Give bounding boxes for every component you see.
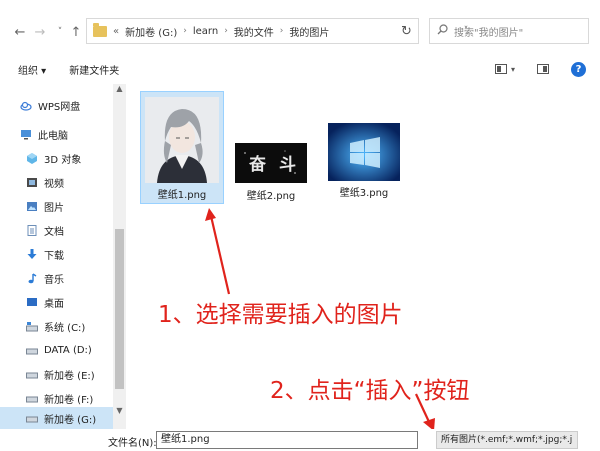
- sidebar-item-videos[interactable]: 视频: [0, 171, 113, 193]
- document-icon: [27, 224, 37, 236]
- filename-label: 文件名(N):: [108, 438, 157, 449]
- sidebar-item-drive-f[interactable]: 新加卷 (F:): [0, 387, 113, 409]
- sidebar-item-pictures[interactable]: 图片: [0, 195, 113, 217]
- sidebar-item-music[interactable]: 音乐: [0, 267, 113, 289]
- system-drive-icon: [26, 321, 38, 331]
- sidebar-item-wps-cloud[interactable]: WPS网盘: [0, 94, 113, 116]
- sidebar-item-drive-c[interactable]: 系统 (C:): [0, 315, 113, 337]
- search-box[interactable]: 搜索"我的图片": [429, 18, 589, 44]
- address-bar[interactable]: « 新加卷 (G:) › learn › 我的文件 › 我的图片 ˅: [86, 18, 468, 44]
- sidebar-item-3d-objects[interactable]: 3D 对象: [0, 147, 113, 169]
- breadcrumb-separator[interactable]: ›: [183, 26, 187, 36]
- cube-icon: [27, 152, 37, 164]
- breadcrumb-separator[interactable]: ›: [280, 26, 284, 36]
- cloud-icon: [20, 101, 32, 111]
- sidebar-item-label: DATA (D:): [44, 344, 92, 356]
- filename-row: 文件名(N): 壁纸1.png 所有图片(*.emf;*.wmf;*.jpg;*…: [0, 429, 600, 451]
- sidebar-item-label: 音乐: [44, 274, 64, 286]
- breadcrumb-item[interactable]: 新加卷 (G:): [125, 24, 177, 39]
- sidebar-item-documents[interactable]: 文档: [0, 219, 113, 241]
- up-button[interactable]: ↑: [66, 22, 86, 42]
- folder-icon: [93, 22, 107, 37]
- sidebar-item-label: 文档: [44, 226, 64, 238]
- refresh-button[interactable]: ↻: [395, 18, 419, 44]
- breadcrumb-item[interactable]: 我的文件: [234, 24, 274, 39]
- sidebar-item-label: 此电脑: [38, 130, 68, 142]
- organize-button[interactable]: 组织 ▾: [18, 62, 46, 77]
- drive-icon: [26, 372, 38, 378]
- sidebar-item-drive-d[interactable]: DATA (D:): [0, 339, 113, 361]
- command-toolbar: 组织 ▾ 新建文件夹 ▾ ?: [0, 54, 600, 84]
- search-placeholder[interactable]: 搜索"我的图片": [454, 24, 523, 39]
- new-folder-button[interactable]: 新建文件夹: [69, 62, 119, 77]
- address-row: ← → ˅ ↑ « 新加卷 (G:) › learn › 我的文件 › 我的图片…: [0, 12, 600, 52]
- sidebar-item-label: 3D 对象: [44, 154, 82, 166]
- sidebar-item-drive-g[interactable]: 新加卷 (G:): [0, 407, 113, 429]
- music-icon: [28, 272, 37, 283]
- computer-icon: [21, 129, 31, 139]
- sidebar-item-drive-e[interactable]: 新加卷 (E:): [0, 363, 113, 385]
- sidebar-item-label: 桌面: [44, 298, 64, 310]
- drive-icon: [26, 396, 38, 402]
- breadcrumb-separator[interactable]: ›: [224, 26, 228, 36]
- drive-icon: [26, 416, 38, 422]
- preview-pane-icon[interactable]: [537, 64, 549, 74]
- breadcrumb-item[interactable]: 我的图片: [289, 24, 329, 39]
- sidebar-item-label: 下载: [44, 250, 64, 262]
- sidebar-item-downloads[interactable]: 下载: [0, 243, 113, 265]
- scroll-up-icon[interactable]: ▲: [113, 84, 126, 98]
- breadcrumb-overflow[interactable]: «: [113, 26, 119, 37]
- sidebar-item-label: 图片: [44, 202, 64, 214]
- download-icon: [27, 248, 37, 259]
- desktop-icon: [27, 297, 37, 306]
- sidebar-item-label: 视频: [44, 178, 64, 190]
- video-icon: [27, 177, 37, 187]
- picture-icon: [27, 201, 37, 211]
- navigation-pane: WPS网盘 此电脑 3D 对象 视频 图片 文档 下载 音乐 桌面 系统 (C:…: [0, 84, 126, 429]
- forward-button[interactable]: →: [30, 22, 50, 42]
- sidebar-item-label: 系统 (C:): [44, 322, 86, 334]
- sidebar-item-label: 新加卷 (F:): [44, 394, 94, 406]
- arrowhead-icon: [205, 208, 216, 221]
- search-icon: [430, 24, 454, 38]
- help-button[interactable]: ?: [571, 61, 586, 77]
- sidebar-scroll-thumb[interactable]: [115, 229, 124, 389]
- view-dropdown-icon[interactable]: ▾: [511, 65, 515, 74]
- sidebar-item-label: WPS网盘: [38, 101, 81, 113]
- annotation-step-2: 2、点击“插入”按钮: [270, 378, 470, 404]
- arrow-to-file-icon: [209, 215, 231, 295]
- back-button[interactable]: ←: [10, 22, 30, 42]
- sidebar-item-label: 新加卷 (E:): [44, 370, 95, 382]
- change-view-icon[interactable]: [494, 64, 507, 74]
- filename-field[interactable]: 壁纸1.png: [156, 431, 418, 449]
- sidebar-item-desktop[interactable]: 桌面: [0, 291, 113, 313]
- breadcrumb-item[interactable]: learn: [193, 26, 218, 37]
- annotation-step-1: 1、选择需要插入的图片: [158, 302, 403, 328]
- sidebar-item-label: 新加卷 (G:): [44, 414, 97, 426]
- filetype-select[interactable]: 所有图片(*.emf;*.wmf;*.jpg;*.j: [436, 431, 578, 449]
- drive-icon: [26, 348, 38, 354]
- sidebar-item-this-pc[interactable]: 此电脑: [0, 123, 113, 145]
- scroll-down-icon[interactable]: ▼: [113, 406, 126, 420]
